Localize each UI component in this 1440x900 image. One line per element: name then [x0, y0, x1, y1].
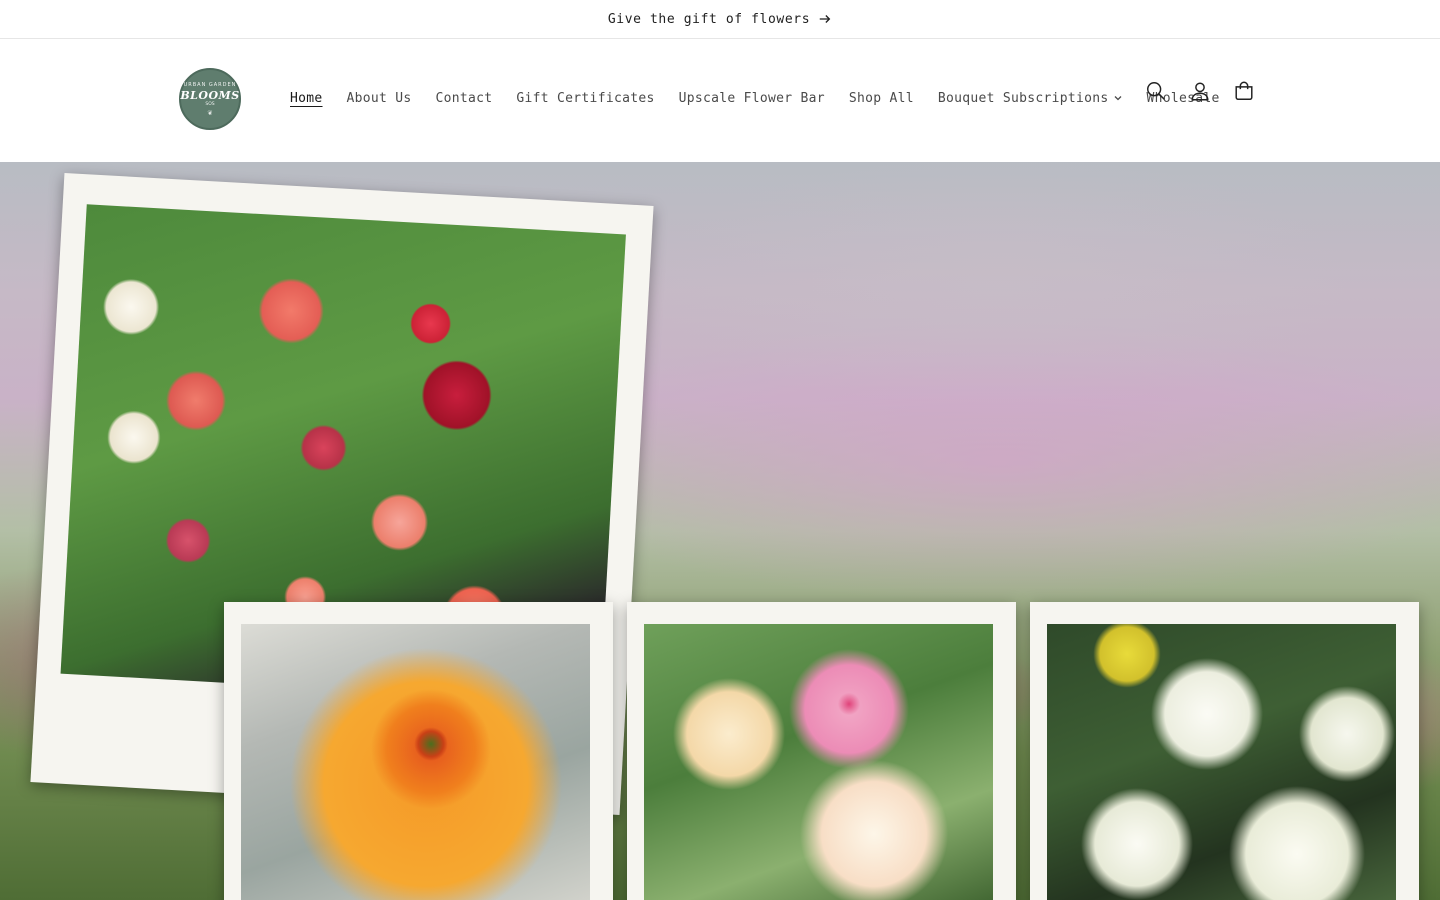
cart-icon — [1235, 81, 1253, 100]
search-button[interactable] — [1144, 79, 1168, 103]
nav-item-home[interactable]: Home — [278, 91, 335, 106]
orange-dahlia-photo — [241, 624, 590, 900]
leaf-icon: ❦ — [207, 107, 213, 117]
logo-main-text: BLOOMS — [180, 88, 240, 102]
nav-item-contact[interactable]: Contact — [424, 91, 505, 106]
account-button[interactable] — [1188, 79, 1212, 103]
cart-button[interactable] — [1232, 79, 1256, 103]
chevron-down-icon — [1114, 96, 1122, 101]
logo-sub-text: SOS — [205, 101, 215, 107]
polaroid-frame — [224, 602, 613, 900]
pink-cream-dahlias-photo — [644, 624, 993, 900]
polaroid-frame — [627, 602, 1016, 900]
search-icon — [1147, 82, 1165, 100]
account-icon — [1191, 82, 1209, 101]
white-lisianthus-photo — [1047, 624, 1396, 900]
nav-item-bouquet-subscriptions[interactable]: Bouquet Subscriptions — [926, 91, 1135, 106]
announcement-bar[interactable]: Give the gift of flowers — [0, 0, 1440, 39]
nav-item-about-us[interactable]: About Us — [335, 91, 424, 106]
nav-item-shop-all[interactable]: Shop All — [837, 91, 926, 106]
arrow-right-icon — [819, 15, 831, 23]
announcement-text[interactable]: Give the gift of flowers — [608, 12, 810, 27]
logo-arc-text: URBAN GARDEN — [183, 81, 237, 88]
nav-item-upscale-flower-bar[interactable]: Upscale Flower Bar — [667, 91, 837, 106]
site-header: URBAN GARDEN BLOOMS SOS ❦ Home About Us … — [0, 39, 1440, 162]
logo[interactable]: URBAN GARDEN BLOOMS SOS ❦ — [179, 68, 241, 130]
nav-item-gift-certificates[interactable]: Gift Certificates — [504, 91, 666, 106]
header-icons — [1144, 79, 1256, 103]
hero-banner — [0, 162, 1440, 900]
polaroid-frame — [1030, 602, 1419, 900]
main-nav: Home About Us Contact Gift Certificates … — [278, 39, 1232, 157]
